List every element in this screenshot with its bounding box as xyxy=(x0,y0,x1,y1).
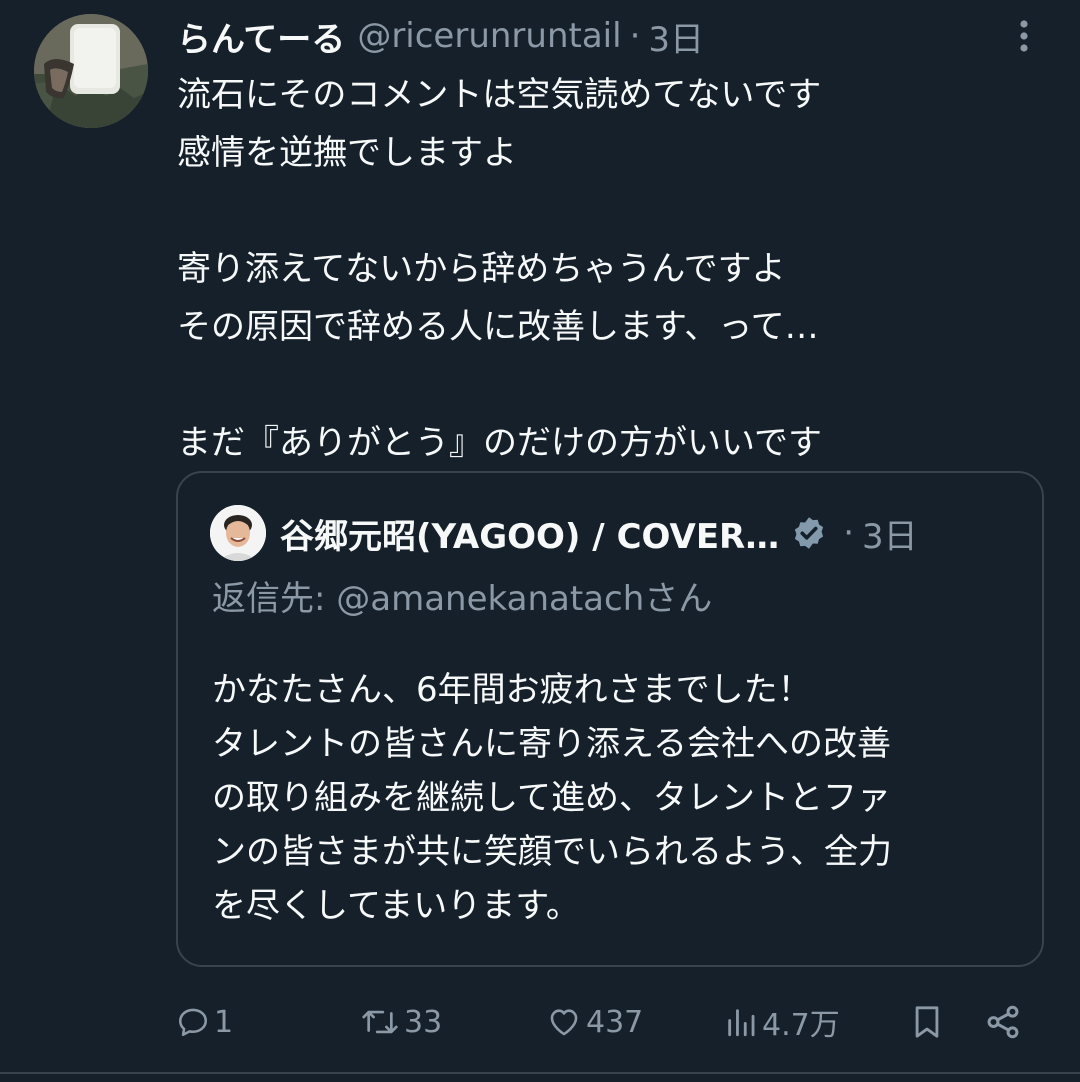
share-icon xyxy=(987,1005,1019,1039)
quoted-text-line: を尽くしてまいります。 xyxy=(212,886,580,926)
quoted-tweet-text: かなたさん、6年間お疲れさまでした！ タレントの皆さんに寄り添える会社への改善 … xyxy=(212,663,1022,933)
quoted-author-avatar[interactable] xyxy=(210,505,266,561)
bookmark-button[interactable] xyxy=(910,992,944,1052)
quoted-text-line: かなたさん、6年間お疲れさまでした！ xyxy=(212,670,812,710)
separator-dot: · xyxy=(629,16,641,56)
like-count: 437 xyxy=(586,1004,644,1040)
like-button[interactable]: 437 xyxy=(546,992,643,1052)
more-options-button[interactable] xyxy=(1008,14,1040,58)
reply-count: 1 xyxy=(214,1004,234,1040)
author-display-name[interactable]: らんてーる xyxy=(177,12,345,61)
tweet: らんてーる @ricerunruntail · 3日 流石にそのコメントは空気読… xyxy=(0,0,1080,1082)
retweet-icon xyxy=(362,1010,398,1034)
author-handle[interactable]: @ricerunruntail xyxy=(357,16,621,56)
quoted-tweet-header: 谷郷元昭(YAGOO) / COVER… · 3日 xyxy=(280,503,918,563)
tweet-text-blank-line xyxy=(177,356,1047,414)
retweet-count: 33 xyxy=(404,1004,443,1040)
tweet-text: 流石にそのコメントは空気読めてないです 感情を逆撫でしますよ 寄り添えてないから… xyxy=(177,66,1047,472)
tweet-text-line: 感情を逆撫でしますよ xyxy=(177,133,517,173)
tweet-text-line: その原因で辞める人に改善します、って… xyxy=(177,307,819,347)
reply-to-prefix: 返信先: xyxy=(212,579,337,619)
quoted-text-line: の取り組みを継続して進め、タレントとファ xyxy=(212,778,891,818)
reply-button[interactable]: 1 xyxy=(176,992,233,1052)
reply-to-handle[interactable]: @amanekanatach xyxy=(336,579,644,619)
reply-to-line: 返信先: @amanekanatachさん xyxy=(212,571,712,620)
tweet-time[interactable]: 3日 xyxy=(648,12,704,61)
quoted-tweet-time[interactable]: 3日 xyxy=(862,509,918,558)
tweet-text-line: 流石にそのコメントは空気読めてないです xyxy=(177,75,822,115)
more-vertical-icon xyxy=(1020,20,1028,52)
views-button[interactable]: 4.7万 xyxy=(724,992,840,1052)
share-button[interactable] xyxy=(984,992,1022,1052)
views-count: 4.7万 xyxy=(762,1008,840,1043)
views-icon xyxy=(728,1009,755,1037)
verified-badge-icon xyxy=(795,517,824,549)
reply-icon xyxy=(178,1008,208,1037)
bookmark-icon xyxy=(915,1006,939,1038)
quoted-tweet-card[interactable]: 谷郷元昭(YAGOO) / COVER… · 3日 返信先: @amanekan… xyxy=(176,471,1044,967)
reply-to-suffix: さん xyxy=(644,579,713,619)
quoted-text-line: タレントの皆さんに寄り添える会社への改善 xyxy=(212,724,891,764)
quoted-author-name[interactable]: 谷郷元昭(YAGOO) / COVER… xyxy=(280,509,779,558)
author-avatar[interactable] xyxy=(34,14,148,128)
tweet-divider xyxy=(0,1072,1080,1074)
tweet-text-line: 寄り添えてないから辞めちゃうんですよ xyxy=(177,249,786,289)
retweet-button[interactable]: 33 xyxy=(360,992,442,1052)
heart-icon xyxy=(550,1009,578,1036)
tweet-header: らんてーる @ricerunruntail · 3日 xyxy=(177,10,704,62)
tweet-action-bar: 1 33 437 4.7万 xyxy=(176,992,1046,1052)
tweet-text-blank-line xyxy=(177,182,1047,240)
quoted-text-line: ンの皆さまが共に笑顔でいられるよう、全力 xyxy=(212,832,892,872)
tweet-text-line: まだ『ありがとう』のだけの方がいいです xyxy=(177,423,822,463)
separator-dot: · xyxy=(843,513,855,553)
